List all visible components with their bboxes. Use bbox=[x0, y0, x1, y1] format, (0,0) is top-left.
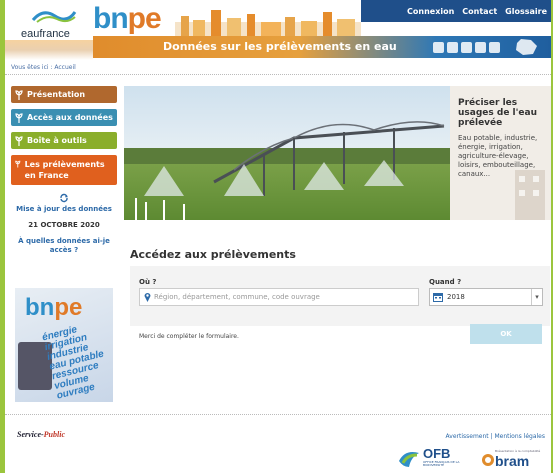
sidebar-item-label: Présentation bbox=[27, 90, 86, 99]
service-public-b: Public bbox=[43, 430, 65, 439]
sprout-icon bbox=[15, 135, 23, 146]
location-search-input[interactable]: Région, département, commune, code ouvra… bbox=[139, 288, 419, 306]
sidebar-item-label: Accès aux données bbox=[27, 113, 113, 122]
when-label: Quand ? bbox=[429, 278, 462, 286]
contact-link[interactable]: Contact bbox=[462, 7, 497, 16]
page: eaufrance bnpe Connexion Contact Glossai… bbox=[5, 0, 551, 473]
factory-icon[interactable] bbox=[447, 42, 458, 53]
breadcrumb[interactable]: Vous êtes ici : Accueil bbox=[11, 64, 76, 71]
eaufrance-label: eaufrance bbox=[21, 28, 70, 40]
bnpe-promo-banner[interactable]: bnpe énergie irrigation industrie eau po… bbox=[15, 288, 113, 402]
building-icon bbox=[515, 170, 545, 220]
search-form: Où ? Quand ? Région, département, commun… bbox=[130, 266, 550, 326]
sidebar-item-toolbox[interactable]: Boîte à outils bbox=[11, 132, 117, 149]
sync-icon bbox=[60, 193, 68, 203]
brand-right: pe bbox=[127, 2, 162, 35]
title-bar: Données sur les prélèvements en eau bbox=[93, 36, 551, 58]
top-links-bar: Connexion Contact Glossaire bbox=[361, 0, 551, 22]
sprout-icon bbox=[15, 89, 23, 100]
ofb-title: OFB bbox=[423, 446, 451, 461]
sidebar-item-withdrawals-france[interactable]: Les prélèvements en France bbox=[11, 155, 117, 185]
bram-logo[interactable]: Brésentation à la comptabilité bram bbox=[481, 447, 547, 473]
form-message: Merci de compléter le formulaire. bbox=[139, 333, 239, 340]
calendar-icon bbox=[433, 293, 443, 302]
glossary-link[interactable]: Glossaire bbox=[505, 7, 547, 16]
header-stripe bbox=[5, 40, 93, 60]
france-map-icon bbox=[516, 39, 537, 55]
hero-image bbox=[124, 86, 450, 220]
year-select[interactable]: 2018 ▾ bbox=[429, 288, 543, 306]
ofb-subtitle: OFFICE FRANÇAIS DE LA BIODIVERSITÉ bbox=[423, 460, 460, 467]
bram-emblem-icon bbox=[482, 454, 494, 466]
access-title: Accédez aux prélèvements bbox=[130, 248, 296, 261]
ofb-emblem-icon bbox=[399, 452, 419, 467]
service-public-a: Service- bbox=[17, 430, 44, 439]
leisure-icon[interactable] bbox=[475, 42, 486, 53]
ok-button[interactable]: OK bbox=[470, 324, 542, 344]
sidebar: Présentation Accès aux données Boîte à o… bbox=[11, 86, 117, 255]
footer-divider bbox=[5, 414, 551, 415]
divider bbox=[5, 74, 551, 75]
ofb-logo[interactable]: OFB OFFICE FRANÇAIS DE LA BIODIVERSITÉ bbox=[397, 446, 467, 473]
update-label: Mise à jour des données bbox=[16, 205, 112, 213]
site-header: eaufrance bnpe Connexion Contact Glossai… bbox=[5, 0, 551, 60]
hero-caption-panel[interactable]: Préciser les usages de l'eau prélevée Ea… bbox=[450, 86, 551, 220]
sprout-icon bbox=[15, 160, 21, 168]
update-date: 21 OCTOBRE 2020 bbox=[28, 221, 100, 229]
sidebar-item-label: Les prélèvements en France bbox=[24, 160, 105, 180]
sidebar-item-data-access[interactable]: Accès aux données bbox=[11, 109, 117, 126]
promo-logo: bnpe bbox=[25, 294, 82, 322]
energy-icon[interactable] bbox=[461, 42, 472, 53]
site-title: Données sur les prélèvements en eau bbox=[163, 40, 397, 53]
sidebar-item-presentation[interactable]: Présentation bbox=[11, 86, 117, 103]
data-access-question-link[interactable]: À quelles données ai-je accès ? bbox=[11, 237, 117, 255]
data-update-link[interactable]: Mise à jour des données bbox=[11, 193, 117, 213]
bram-title: bram bbox=[495, 453, 530, 469]
drop-icon[interactable] bbox=[433, 42, 444, 53]
sidebar-item-label: Boîte à outils bbox=[27, 136, 87, 145]
brand-left: bn bbox=[93, 2, 129, 35]
sprout-icon bbox=[15, 112, 23, 123]
service-public-logo[interactable]: Service-Public bbox=[17, 430, 65, 439]
year-value: 2018 bbox=[447, 293, 465, 301]
promo-brand-left: bn bbox=[25, 294, 55, 321]
wave-icon bbox=[31, 11, 77, 23]
hero-heading: Préciser les usages de l'eau prélevée bbox=[458, 98, 537, 128]
promo-words: énergie irrigation industrie eau potable… bbox=[41, 320, 112, 401]
chevron-down-icon[interactable]: ▾ bbox=[531, 289, 542, 305]
login-link[interactable]: Connexion bbox=[407, 7, 454, 16]
promo-brand-right: pe bbox=[54, 294, 83, 321]
agriculture-icon[interactable] bbox=[489, 42, 500, 53]
irrigation-pivot-illustration bbox=[135, 121, 445, 220]
skyline-illustration bbox=[175, 10, 361, 36]
where-label: Où ? bbox=[139, 278, 157, 286]
map-pin-icon bbox=[144, 293, 151, 302]
footer-links[interactable]: Avertissement | Mentions légales bbox=[446, 433, 545, 440]
location-placeholder: Région, département, commune, code ouvra… bbox=[154, 293, 320, 301]
theme-icons bbox=[433, 42, 500, 53]
